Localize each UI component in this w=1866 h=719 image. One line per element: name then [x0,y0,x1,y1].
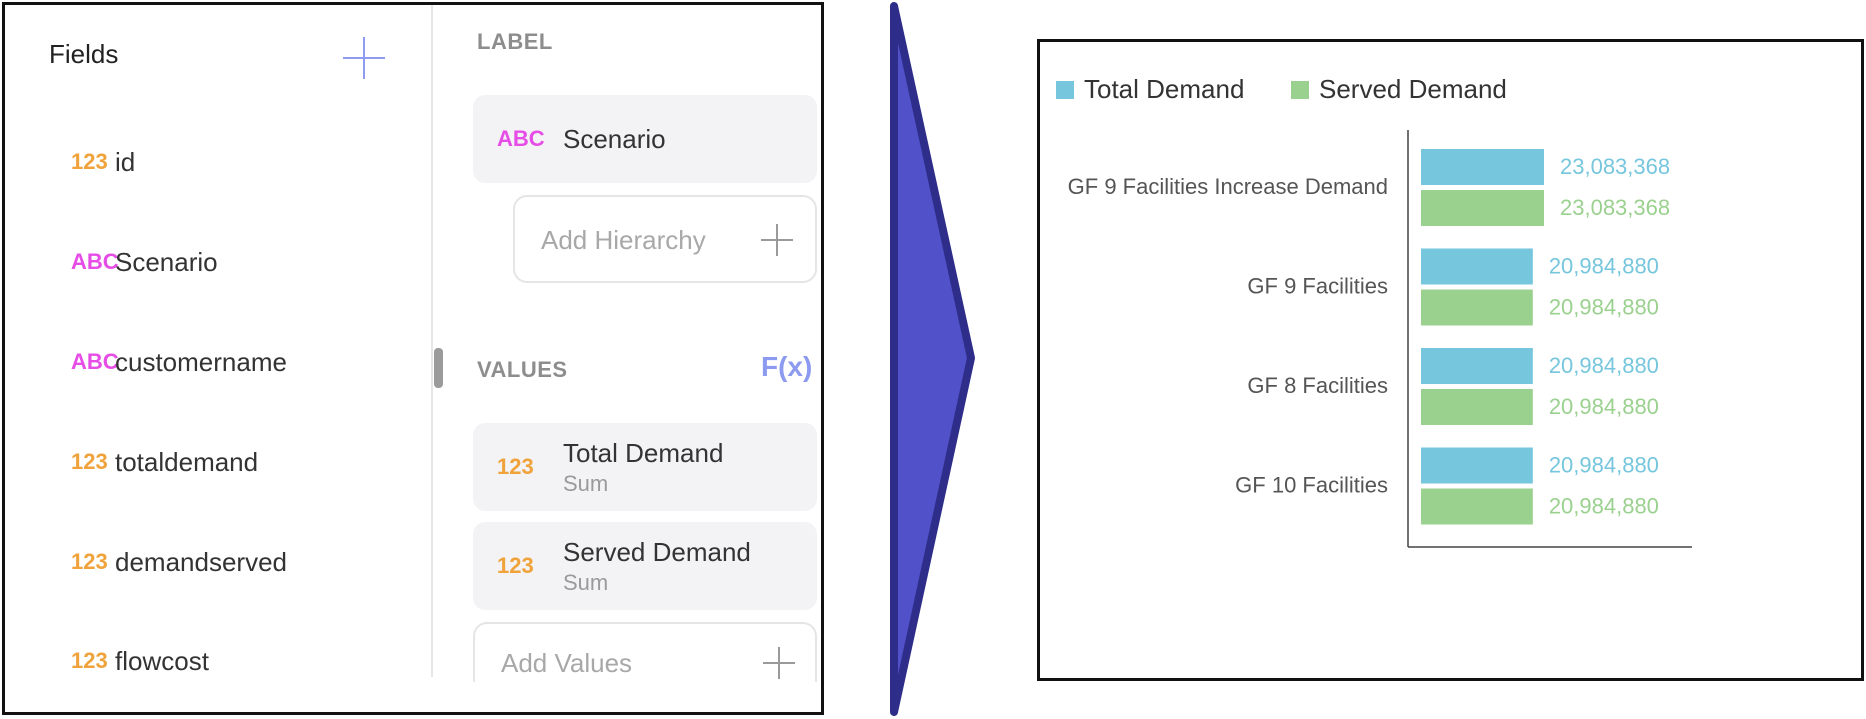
field-item-totaldemand[interactable]: 123 totaldemand [45,437,405,487]
data-label: 23,083,368 [1560,195,1670,220]
value-field-name: Served Demand [563,536,751,567]
label-field-name: Scenario [563,123,666,154]
bar-0-1 [1421,248,1533,285]
bar-1-2 [1421,389,1533,425]
category-label: GF 8 Facilities [1247,373,1388,398]
category-label: GF 9 Facilities [1247,274,1388,299]
field-item-customername[interactable]: ABC customername [45,337,405,387]
field-item-scenario[interactable]: ABC Scenario [45,237,405,287]
data-label: 23,083,368 [1560,154,1670,179]
field-name: customername [115,346,287,377]
data-label: 20,984,880 [1549,394,1659,419]
bar-1-3 [1421,488,1533,525]
values-section-title: VALUES [477,357,568,382]
field-name: flowcost [115,645,209,676]
bar-0-0 [1421,149,1544,185]
text-type-icon: ABC [71,249,119,274]
field-item-demandserved[interactable]: 123 demandserved [45,537,405,587]
label-section-title: LABEL [477,29,553,54]
aggregation-label: Sum [563,470,609,496]
bar-0-3 [1421,447,1533,484]
add-values-label: Add Values [501,648,633,678]
field-name: demandserved [115,546,287,577]
value-field-total-demand[interactable]: 123 Total Demand Sum [473,423,817,511]
bar-chart: GF 9 Facilities Increase Demand 23,083,36… [1068,130,1692,548]
plus-icon [763,647,795,679]
aggregation-label: Sum [563,569,609,595]
arrow-shape [890,2,975,716]
fx-button[interactable]: F(x) [761,351,812,383]
add-values-button[interactable]: Add Values [473,622,817,682]
field-item-flowcost[interactable]: 123 flowcost [45,636,405,686]
config-pane: LABEL ABC Scenario Add Hierarchy VALUES … [435,5,821,712]
number-type-icon: 123 [71,549,108,574]
bar-1-1 [1421,289,1533,326]
data-label: 20,984,880 [1549,254,1659,279]
data-label: 20,984,880 [1549,453,1659,478]
number-type-icon: 123 [497,553,534,578]
category-label: GF 9 Facilities Increase Demand [1068,174,1388,199]
fields-title: Fields [49,39,119,69]
field-item-id[interactable]: 123 id [45,137,405,187]
label-field-scenario[interactable]: ABC Scenario [473,95,817,183]
number-type-icon: 123 [71,648,108,673]
data-label: 20,984,880 [1549,353,1659,378]
plus-icon [761,224,793,256]
field-name: id [115,146,136,177]
data-label: 20,984,880 [1549,494,1659,519]
add-field-button[interactable] [343,37,385,79]
fields-pane: Fields 123 id ABC Scenario ABC customern… [5,5,431,712]
data-label: 20,984,880 [1549,295,1659,320]
flow-arrow-icon [890,2,975,716]
number-type-icon: 123 [71,149,108,174]
visualization-editor: Fields 123 id ABC Scenario ABC customern… [2,2,824,715]
value-field-served-demand[interactable]: 123 Served Demand Sum [473,522,817,610]
number-type-icon: 123 [71,449,108,474]
bar-1-0 [1421,190,1544,226]
bar-0-2 [1421,348,1533,384]
text-type-icon: ABC [71,349,119,374]
field-name: totaldemand [115,446,259,477]
number-type-icon: 123 [497,454,534,479]
field-name: Scenario [115,246,218,277]
add-hierarchy-button[interactable]: Add Hierarchy [513,195,817,283]
category-label: GF 10 Facilities [1235,473,1388,498]
add-hierarchy-label: Add Hierarchy [541,225,706,255]
pane-divider [431,5,433,677]
text-type-icon: ABC [497,126,545,151]
value-field-name: Total Demand [563,437,724,468]
chart-panel: Total Demand Served Demand GF 9 Faciliti… [1037,39,1864,681]
